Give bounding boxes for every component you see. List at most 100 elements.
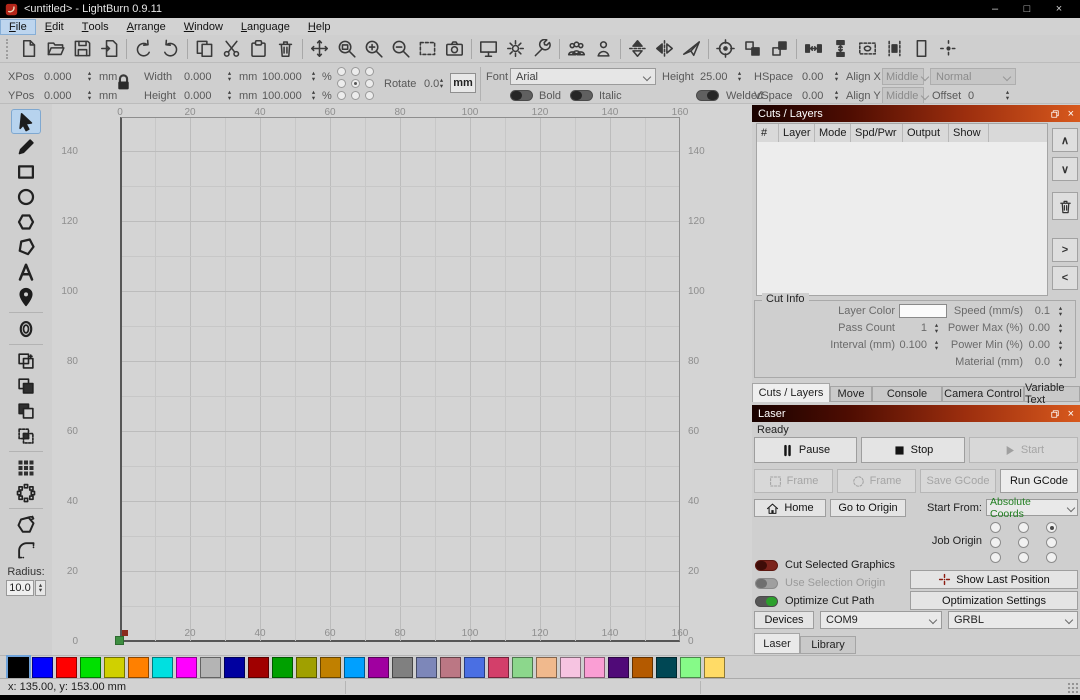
job-origin-radio[interactable] [1018, 522, 1029, 533]
color-swatch-11[interactable] [272, 657, 293, 678]
cut-selected-toggle[interactable] [755, 560, 778, 571]
color-swatch-16[interactable] [392, 657, 413, 678]
flip-vertical-icon[interactable] [624, 37, 651, 61]
width-field[interactable]: 0.000 [184, 69, 212, 84]
float-panel-icon[interactable] [1050, 109, 1060, 119]
font-family-select[interactable]: Arial [510, 68, 656, 85]
job-origin-radio[interactable] [1018, 537, 1029, 548]
firmware-select[interactable]: GRBL [948, 611, 1078, 629]
menu-window[interactable]: Window [175, 19, 232, 35]
color-swatch-5[interactable] [128, 657, 149, 678]
radius-spinner[interactable] [35, 580, 46, 596]
anchor-radio[interactable] [365, 67, 374, 76]
font-height-field[interactable]: 25.00 [700, 69, 728, 84]
lock-aspect-icon[interactable] [114, 73, 133, 92]
page-outline-icon[interactable] [908, 37, 935, 61]
boolean-subtract-tool[interactable] [11, 373, 41, 398]
tab-library[interactable]: Library [800, 636, 856, 654]
vspace-spinner[interactable] [831, 88, 842, 103]
tab-variable-text[interactable]: Variable Text [1024, 382, 1080, 406]
optimization-settings-button[interactable]: Optimization Settings [910, 591, 1078, 610]
material-field[interactable]: 0.0 [1010, 356, 1050, 368]
menu-file[interactable]: File [0, 18, 36, 35]
hspace-spinner[interactable] [831, 69, 842, 84]
tab-laser[interactable]: Laser [754, 633, 800, 654]
open-file-icon[interactable] [42, 37, 69, 61]
grid-array-tool[interactable] [11, 455, 41, 480]
height-scale-spinner[interactable] [308, 88, 319, 103]
width-spinner[interactable] [224, 69, 235, 84]
color-swatch-12[interactable] [296, 657, 317, 678]
layer-move-down-button[interactable]: ∨ [1052, 157, 1078, 181]
layer-shift-left-button[interactable]: < [1052, 266, 1078, 290]
optimize-cut-path-toggle[interactable] [755, 596, 778, 607]
offset-field[interactable]: 0 [968, 88, 974, 103]
settings-icon[interactable] [502, 37, 529, 61]
cuts-layers-dock-title[interactable]: Cuts / Layers × [752, 105, 1080, 122]
paste-icon[interactable] [245, 37, 272, 61]
weld-shapes-tool[interactable] [11, 512, 41, 537]
push-together-v-icon[interactable] [766, 37, 793, 61]
edit-nodes-tool[interactable] [11, 234, 41, 259]
anchor-radio[interactable] [365, 91, 374, 100]
color-swatch-28[interactable] [680, 657, 701, 678]
copy-icon[interactable] [191, 37, 218, 61]
close-button[interactable]: × [1048, 3, 1070, 15]
color-swatch-26[interactable] [632, 657, 653, 678]
tab-cuts-layers[interactable]: Cuts / Layers [752, 383, 830, 402]
column--[interactable]: # [757, 124, 779, 142]
menu-language[interactable]: Language [232, 19, 299, 35]
select-tool[interactable] [11, 109, 41, 134]
menu-edit[interactable]: Edit [36, 19, 73, 35]
resize-grip[interactable] [1067, 682, 1078, 693]
workspace-grid[interactable] [120, 117, 680, 642]
color-swatch-14[interactable] [344, 657, 365, 678]
color-swatch-27[interactable] [656, 657, 677, 678]
color-swatch-9[interactable] [224, 657, 245, 678]
text-style-select[interactable]: Normal [930, 68, 1016, 85]
speed-spinner[interactable] [1055, 304, 1066, 319]
mirror-across-line-icon[interactable] [678, 37, 705, 61]
menu-help[interactable]: Help [299, 19, 340, 35]
material-spinner[interactable] [1055, 355, 1066, 370]
color-swatch-0[interactable] [6, 655, 31, 680]
color-swatch-6[interactable] [152, 657, 173, 678]
use-selection-origin-toggle[interactable] [755, 578, 778, 589]
tab-console[interactable]: Console [872, 386, 942, 402]
job-origin-radio[interactable] [1018, 552, 1029, 563]
show-last-position-icon[interactable] [935, 37, 962, 61]
zoom-in-icon[interactable] [360, 37, 387, 61]
start-from-select[interactable]: Absolute Coords [986, 496, 1078, 520]
float-panel-icon[interactable] [1050, 409, 1060, 419]
text-tool[interactable] [11, 259, 41, 284]
color-swatch-25[interactable] [608, 657, 629, 678]
radius-field[interactable]: 10.0 [6, 580, 34, 596]
column-output[interactable]: Output [903, 124, 949, 142]
camera-capture-icon[interactable] [441, 37, 468, 61]
radius-corner-tool[interactable] [11, 537, 41, 562]
layers-list[interactable] [756, 142, 1048, 296]
rotate-spinner[interactable] [436, 76, 447, 91]
stop-button[interactable]: Stop [861, 437, 965, 463]
layer-delete-button[interactable] [1052, 192, 1078, 220]
unit-toggle-button[interactable]: mm [450, 73, 476, 93]
color-swatch-3[interactable] [80, 657, 101, 678]
color-swatch-29[interactable] [704, 657, 725, 678]
zoom-to-page-icon[interactable] [333, 37, 360, 61]
close-panel-icon[interactable]: × [1068, 108, 1074, 120]
welded-toggle[interactable] [696, 90, 719, 101]
column-show[interactable]: Show [949, 124, 989, 142]
color-swatch-7[interactable] [176, 657, 197, 678]
job-origin-radio[interactable] [990, 552, 1001, 563]
color-swatch-19[interactable] [464, 657, 485, 678]
port-select[interactable]: COM9 [820, 611, 942, 629]
anchor-grid[interactable] [336, 66, 376, 101]
new-file-icon[interactable] [15, 37, 42, 61]
frame-rect-button[interactable]: Frame [754, 469, 833, 493]
xpos-field[interactable]: 0.000 [44, 69, 72, 84]
bold-toggle[interactable] [510, 90, 533, 101]
anchor-radio[interactable] [365, 79, 374, 88]
anchor-radio[interactable] [337, 79, 346, 88]
anchor-radio[interactable] [337, 91, 346, 100]
save-file-icon[interactable] [69, 37, 96, 61]
